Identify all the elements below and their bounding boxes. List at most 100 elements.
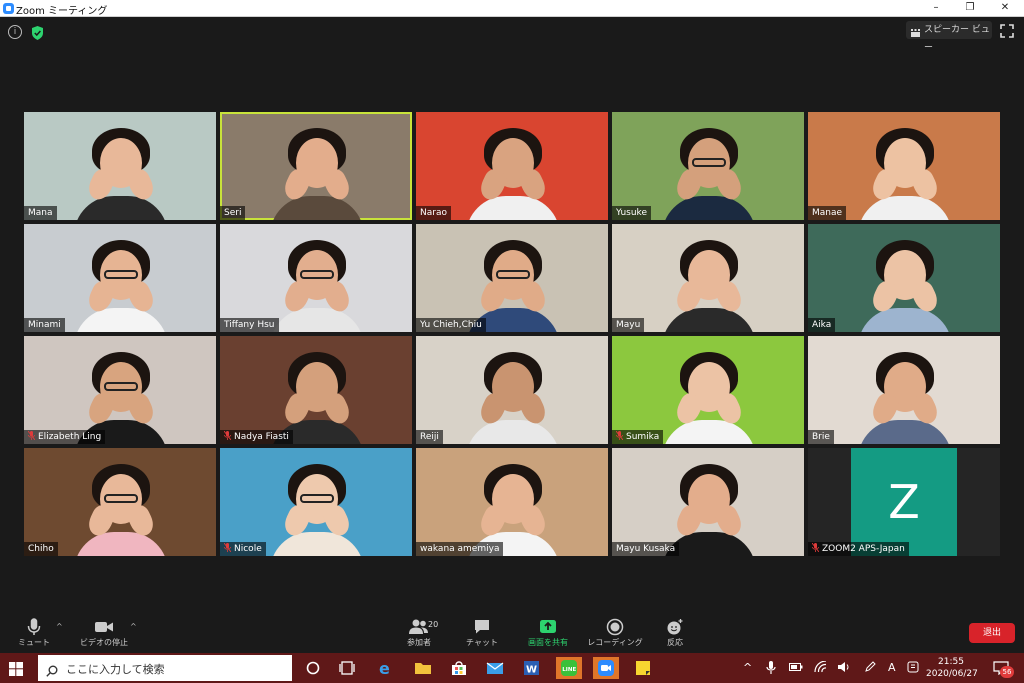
share-screen-button[interactable]: 画面を共有 bbox=[518, 618, 578, 652]
keyboard-icon[interactable] bbox=[907, 661, 919, 676]
stop-video-button[interactable]: ビデオの停止 bbox=[74, 618, 134, 652]
participants-button[interactable]: 参加者 bbox=[389, 618, 449, 652]
restore-icon[interactable]: ❐ bbox=[955, 1, 985, 15]
participant-glasses bbox=[104, 382, 138, 391]
zoom-icon[interactable] bbox=[593, 657, 619, 679]
participant-name-tag: Reiji bbox=[416, 430, 443, 444]
close-icon[interactable]: ✕ bbox=[990, 1, 1020, 15]
info-icon[interactable]: i bbox=[8, 25, 22, 39]
participant-name-tag: Sumika bbox=[612, 430, 664, 444]
leave-meeting-button[interactable]: 退出 bbox=[969, 623, 1015, 643]
file-explorer-icon[interactable] bbox=[410, 657, 436, 679]
muted-microphone-icon bbox=[223, 542, 232, 553]
speaker-view-label: スピーカー ビュー bbox=[924, 25, 990, 53]
participant-video-tile[interactable]: Yusuke bbox=[612, 112, 804, 220]
line-icon[interactable]: LINE bbox=[556, 657, 582, 679]
taskbar-clock[interactable]: 21:55 2020/06/27 bbox=[926, 656, 978, 680]
participant-video-tile[interactable]: Aika bbox=[808, 224, 1000, 332]
participants-label: 参加者 bbox=[407, 638, 431, 647]
participant-body bbox=[858, 420, 952, 444]
windows-taskbar: ここに入力して検索 e W LINE ^ A 21:55 2020/06/27 … bbox=[0, 653, 1024, 683]
participant-video-tile[interactable]: Mana bbox=[24, 112, 216, 220]
participant-glasses bbox=[692, 158, 726, 167]
mute-options-chevron-up-icon[interactable]: ^ bbox=[56, 622, 63, 631]
participant-name: Mayu Kusaka bbox=[616, 544, 676, 554]
participant-video-tile[interactable]: Brie bbox=[808, 336, 1000, 444]
mute-button[interactable]: ミュート bbox=[4, 618, 64, 652]
participant-video-tile[interactable]: Elizabeth Ling bbox=[24, 336, 216, 444]
pen-icon[interactable] bbox=[864, 661, 876, 676]
participant-video-tile[interactable]: Nadya Fiasti bbox=[220, 336, 412, 444]
muted-microphone-icon bbox=[223, 430, 232, 441]
participant-video-tile[interactable]: Reiji bbox=[416, 336, 608, 444]
chat-label: チャット bbox=[466, 638, 498, 647]
participant-video-tile[interactable]: Tiffany Hsu bbox=[220, 224, 412, 332]
participant-avatar: Z bbox=[851, 448, 957, 556]
tray-chevron-up-icon[interactable]: ^ bbox=[743, 661, 752, 674]
participant-body bbox=[270, 308, 364, 332]
fullscreen-icon[interactable] bbox=[1000, 23, 1014, 38]
participant-video-tile[interactable]: Yu Chieh,Chiu bbox=[416, 224, 608, 332]
participant-name: Nadya Fiasti bbox=[234, 432, 289, 442]
participant-video-tile[interactable]: Sumika bbox=[612, 336, 804, 444]
participant-video-tile[interactable]: Mayu Kusaka bbox=[612, 448, 804, 556]
participant-video-tile[interactable]: Minami bbox=[24, 224, 216, 332]
word-icon[interactable]: W bbox=[518, 657, 544, 679]
volume-icon[interactable] bbox=[837, 661, 851, 676]
participant-name: Minami bbox=[28, 320, 61, 330]
microphone-icon bbox=[4, 618, 64, 636]
meeting-area: i スピーカー ビュー Mana Seri Narao Yusuke Manae Mina… bbox=[0, 17, 1024, 612]
participant-name: Manae bbox=[812, 208, 843, 218]
wifi-icon[interactable] bbox=[814, 660, 828, 676]
participant-name-tag: Mana bbox=[24, 206, 57, 220]
participant-name: Mayu bbox=[616, 320, 641, 330]
edge-icon[interactable]: e bbox=[372, 657, 398, 679]
sticky-notes-icon[interactable] bbox=[630, 657, 656, 679]
participant-video-tile[interactable]: wakana amemiya bbox=[416, 448, 608, 556]
ime-indicator[interactable]: A bbox=[888, 661, 896, 674]
record-button[interactable]: レコーディング bbox=[585, 618, 645, 652]
tray-microphone-icon[interactable] bbox=[766, 661, 776, 678]
participant-body bbox=[662, 420, 756, 444]
participants-count: 20 bbox=[428, 620, 439, 629]
store-icon[interactable] bbox=[446, 657, 472, 679]
participant-name: Tiffany Hsu bbox=[224, 320, 275, 330]
participant-video-tile[interactable]: Narao bbox=[416, 112, 608, 220]
participant-body bbox=[662, 196, 756, 220]
participant-video-tile[interactable]: Seri bbox=[220, 112, 412, 220]
participant-video-tile[interactable]: Z ZOOM2 APS-Japan bbox=[808, 448, 1000, 556]
battery-icon[interactable] bbox=[789, 661, 803, 676]
record-label: レコーディング bbox=[587, 638, 643, 647]
participant-video-tile[interactable]: Chiho bbox=[24, 448, 216, 556]
task-view-icon[interactable] bbox=[334, 657, 360, 679]
window-title: Zoom ミーティング bbox=[16, 6, 108, 17]
chat-button[interactable]: チャット bbox=[452, 618, 512, 652]
participant-name-tag: Narao bbox=[416, 206, 451, 220]
participant-body bbox=[74, 308, 168, 332]
windows-start-icon[interactable] bbox=[9, 661, 23, 676]
shield-check-icon[interactable] bbox=[31, 25, 44, 40]
participant-name: Mana bbox=[28, 208, 53, 218]
participant-name-tag: Elizabeth Ling bbox=[24, 430, 106, 444]
taskbar-search-box[interactable]: ここに入力して検索 bbox=[38, 655, 292, 681]
participant-video-tile[interactable]: Nicole bbox=[220, 448, 412, 556]
muted-microphone-icon bbox=[27, 430, 36, 441]
participant-video-tile[interactable]: Mayu bbox=[612, 224, 804, 332]
share-screen-label: 画面を共有 bbox=[528, 638, 568, 647]
cortana-icon[interactable] bbox=[300, 657, 326, 679]
window-titlebar: Zoom ミーティング – ❐ ✕ bbox=[0, 0, 1024, 17]
participant-name-tag: Mayu Kusaka bbox=[612, 542, 680, 556]
participant-body bbox=[858, 308, 952, 332]
participant-body bbox=[270, 196, 364, 220]
participant-video-tile[interactable]: Manae bbox=[808, 112, 1000, 220]
speaker-view-button[interactable]: スピーカー ビュー bbox=[906, 21, 992, 53]
mail-icon[interactable] bbox=[482, 657, 508, 679]
minimize-icon[interactable]: – bbox=[921, 1, 951, 15]
meeting-toolbar: ミュート ^ ビデオの停止 ^ 参加者 20 チャット 画面を共有 レコーディン… bbox=[0, 612, 1024, 653]
participant-name-tag: Manae bbox=[808, 206, 847, 220]
svg-text:e: e bbox=[379, 659, 390, 678]
participant-name-tag: Nadya Fiasti bbox=[220, 430, 293, 444]
video-options-chevron-up-icon[interactable]: ^ bbox=[130, 622, 137, 631]
zoom-app-icon bbox=[3, 3, 14, 14]
reactions-button[interactable]: 反応 bbox=[645, 618, 705, 652]
